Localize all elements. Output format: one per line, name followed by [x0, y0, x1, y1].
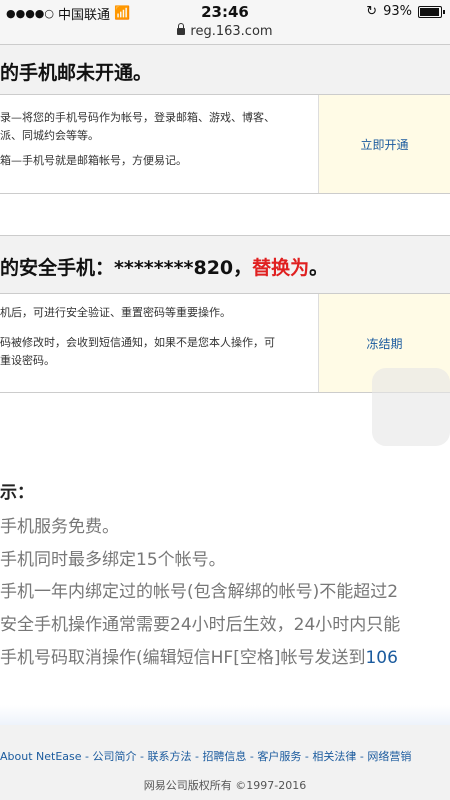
copyright: 网易公司版权所有 ©1997-2016: [143, 779, 307, 792]
footer-link-contact[interactable]: 联系方法: [147, 750, 191, 763]
footer-sep: -: [246, 750, 258, 763]
section-phone-header: 的安全手机：********820，替换为。: [0, 235, 450, 295]
section-mail-title: 的手机邮未开通。: [0, 62, 153, 84]
tip-last-text: 手机号码取消操作(编辑短信HF[空格]帐号发送到: [0, 648, 366, 668]
open-now-button[interactable]: 立即开通: [319, 95, 450, 193]
footer-sep: -: [301, 750, 313, 763]
tip-item: 手机服务免费。: [0, 517, 119, 537]
sms-number-link[interactable]: 106: [365, 648, 397, 668]
phone-desc-line2: 码被修改时，会收到短信通知，如果不是您本人操作，可: [0, 336, 275, 349]
address-bar[interactable]: reg.163.com: [0, 23, 450, 39]
section-phone-desc: 机后，可进行安全验证、重置密码等重要操作。 码被修改时，会收到短信通知，如果不是…: [0, 294, 319, 392]
battery-fill: [420, 7, 439, 16]
status-right: ↻ 93%: [366, 4, 445, 19]
lock-icon: [177, 23, 186, 35]
section-mail-panel: 录—将您的手机号码作为帐号，登录邮箱、游戏、博客、 派、同城约会等等。 箱—手机…: [0, 94, 450, 194]
footer-sep: -: [81, 750, 93, 763]
footer-link-legal[interactable]: 相关法律: [312, 750, 356, 763]
tips-title: 示：: [0, 483, 34, 503]
section-mail-desc: 录—将您的手机号码作为帐号，登录邮箱、游戏、博客、 派、同城约会等等。 箱—手机…: [0, 95, 319, 193]
rotation-lock-icon: ↻: [366, 4, 378, 19]
phone-title-suffix: 。: [309, 257, 329, 279]
phone-desc-line1: 机后，可进行安全验证、重置密码等重要操作。: [0, 306, 231, 319]
tip-item: 安全手机操作通常需要24小时后生效，24小时内只能: [0, 615, 401, 635]
tip-item-last: 手机号码取消操作(编辑短信HF[空格]帐号发送到106: [0, 643, 398, 668]
mail-desc-line1: 录—将您的手机号码作为帐号，登录邮箱、游戏、博客、: [0, 111, 275, 124]
footer-sep: -: [356, 750, 368, 763]
footer-link-company[interactable]: 公司简介: [93, 750, 137, 763]
floating-overlay[interactable]: [372, 368, 450, 446]
phone-desc-line3: 重设密码。: [0, 354, 55, 367]
tip-item: 手机同时最多绑定15个帐号。: [0, 550, 226, 570]
url-text: reg.163.com: [190, 24, 273, 39]
battery-percent: 93%: [383, 4, 412, 19]
footer-link-service[interactable]: 客户服务: [257, 750, 301, 763]
status-bar: ●●●●○ 中国联通 📶 23:46 ↻ 93% reg.163.com: [0, 0, 450, 45]
mail-desc-line3: 箱—手机号就是邮箱帐号，方便易记。: [0, 154, 187, 167]
footer-link-about[interactable]: About NetEase: [0, 750, 82, 763]
phone-title-prefix: 的安全手机：********820，: [0, 257, 253, 279]
section-phone-title: 的安全手机：********820，替换为。: [0, 253, 328, 280]
section-mail-header: 的手机邮未开通。: [0, 44, 450, 96]
footer-links: About NetEase - 公司简介 - 联系方法 - 招聘信息 - 客户服…: [0, 748, 411, 764]
footer-link-jobs[interactable]: 招聘信息: [202, 750, 246, 763]
footer-fade: [0, 705, 450, 725]
footer-sep: -: [191, 750, 203, 763]
footer: About NetEase - 公司简介 - 联系方法 - 招聘信息 - 客户服…: [0, 705, 450, 800]
footer-sep: -: [136, 750, 148, 763]
mail-desc-line2: 派、同城约会等等。: [0, 129, 99, 142]
footer-link-marketing[interactable]: 网络营销: [367, 750, 411, 763]
replace-link[interactable]: 替换为: [252, 257, 309, 279]
battery-icon: [418, 5, 445, 18]
tip-item: 手机一年内绑定过的帐号(包含解绑的帐号)不能超过2: [0, 582, 399, 602]
